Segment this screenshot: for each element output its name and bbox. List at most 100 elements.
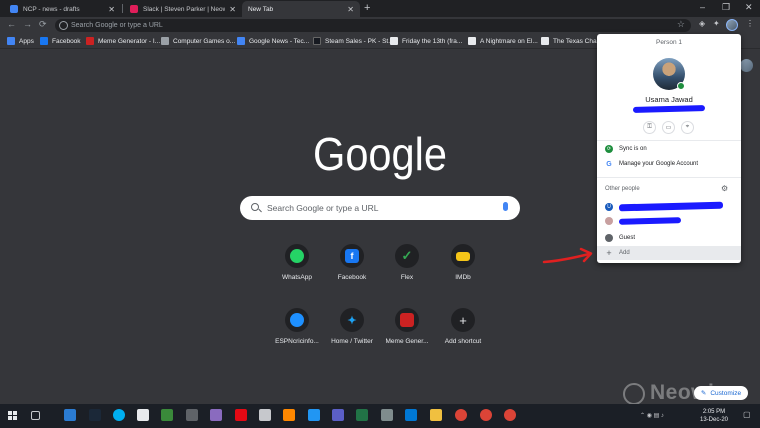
sync-label: Sync is on [619, 146, 647, 152]
bookmark-label: A Nightmare on El... [480, 37, 538, 45]
red-arrow-annotation [542, 247, 593, 264]
window-close-button[interactable]: ✕ [745, 2, 753, 13]
tray-icons[interactable]: ⌃ ◉ ▤ ♪ [640, 412, 664, 419]
bookmark-star-icon[interactable]: ☆ [677, 19, 685, 30]
search-placeholder: Search Google or type a URL [267, 203, 379, 213]
profile-avatar-button[interactable] [726, 19, 738, 31]
sync-badge-icon [677, 82, 685, 90]
menu-divider [597, 140, 741, 141]
chrome-icon[interactable] [480, 409, 492, 421]
search-icon [251, 203, 259, 211]
profile-menu-title: Person 1 [655, 39, 683, 46]
bookmark-apps[interactable]: Apps [7, 37, 34, 45]
address-bar[interactable]: Search Google or type a URL ☆ [55, 19, 691, 32]
plus-icon: + [459, 312, 467, 328]
vlc-icon[interactable] [283, 409, 295, 421]
neowin-logo-icon [623, 383, 645, 405]
back-button[interactable]: ← [7, 19, 16, 29]
app-icon[interactable] [381, 409, 393, 421]
close-icon[interactable]: ✕ [229, 5, 236, 14]
menu-dots-icon[interactable]: ⋮ [746, 19, 754, 28]
bookmark-texas-chain[interactable]: The Texas Chain [541, 37, 602, 45]
tab-ncp-news[interactable]: NCP - news - drafts ✕ [4, 1, 121, 17]
netflix-icon[interactable] [235, 409, 247, 421]
extension-icon[interactable]: ◈ [699, 19, 705, 28]
bookmark-facebook[interactable]: Facebook [40, 37, 81, 45]
addresses-pin-icon[interactable]: ⌖ [681, 121, 694, 134]
windows-start-icon[interactable] [8, 411, 17, 420]
guest-row[interactable]: Guest [597, 231, 741, 245]
guest-person-icon [605, 234, 613, 242]
microphone-icon[interactable] [503, 202, 508, 211]
meme-generator-icon [400, 313, 414, 327]
gear-icon[interactable]: ⚙ [721, 184, 728, 193]
steam-icon [313, 37, 321, 45]
sync-icon: ⟳ [605, 145, 613, 153]
notification-icon[interactable]: ▢ [743, 410, 751, 419]
bookmark-computer-games[interactable]: Computer Games o... [161, 37, 235, 45]
sync-status-row[interactable]: ⟳ Sync is on [597, 142, 741, 156]
calculator-icon[interactable] [186, 409, 198, 421]
photos-icon[interactable] [210, 409, 222, 421]
minecraft-icon[interactable] [161, 409, 173, 421]
shortcut-tile [395, 308, 419, 332]
close-icon[interactable]: ✕ [108, 5, 115, 14]
shortcut-label: Add shortcut [444, 338, 482, 345]
passwords-key-icon[interactable]: ⚿ [643, 121, 656, 134]
bookmark-meme-generator[interactable]: Meme Generator - I... [86, 37, 160, 45]
maximize-button[interactable]: ❐ [722, 2, 730, 13]
bookmark-google-news[interactable]: Google News - Tec... [237, 37, 309, 45]
skype-icon[interactable] [113, 409, 125, 421]
wikipedia-icon [541, 37, 549, 45]
file-explorer-icon[interactable] [430, 409, 442, 421]
bookmark-friday-13th[interactable]: Friday the 13th (fra... [390, 37, 462, 45]
tab-label: Slack | Steven Parker | Neowin [143, 5, 226, 13]
manage-account-row[interactable]: G Manage your Google Account [597, 157, 741, 171]
puzzle-icon[interactable]: ✦ [713, 19, 720, 28]
bookmark-label: Apps [19, 37, 34, 45]
app-icon[interactable] [308, 409, 320, 421]
profile-name: Usama Jawad [645, 95, 693, 104]
close-icon[interactable]: ✕ [347, 5, 354, 14]
facebook-icon: f [345, 249, 359, 263]
add-profile-row[interactable]: + Add [597, 246, 741, 260]
redacted-email [632, 105, 706, 113]
apps-grid-icon [7, 37, 15, 45]
teams-icon[interactable] [332, 409, 344, 421]
tab-slack[interactable]: Slack | Steven Parker | Neowin ✕ [124, 1, 242, 17]
reload-button[interactable]: ⟳ [39, 19, 47, 30]
minimize-button[interactable]: – [700, 2, 705, 12]
bookmark-steam-sales[interactable]: Steam Sales - PK - St... [313, 37, 394, 45]
task-view-icon[interactable] [31, 411, 40, 420]
facebook-icon [40, 37, 48, 45]
toolbar: ← → ⟳ Search Google or type a URL ☆ ◈ ✦ … [0, 17, 760, 34]
google-logo-text: Google [313, 130, 447, 180]
search-box[interactable]: Search Google or type a URL [240, 196, 520, 220]
word-icon[interactable] [64, 409, 76, 421]
steam-icon[interactable] [89, 409, 101, 421]
shortcut-imdb[interactable]: IMDb [428, 244, 498, 281]
shortcut-add[interactable]: + Add shortcut [428, 308, 498, 345]
google-news-icon [237, 37, 245, 45]
chrome-icon[interactable] [455, 409, 467, 421]
profile-initial-icon: U [605, 203, 613, 211]
shortcut-tile: ✦ [340, 308, 364, 332]
app-icon[interactable] [259, 409, 271, 421]
mail-icon[interactable] [405, 409, 417, 421]
new-tab-button[interactable]: + [364, 2, 370, 14]
shortcut-tile [285, 244, 309, 268]
tab-new-tab[interactable]: New Tab ✕ [242, 1, 360, 17]
chrome-icon[interactable] [504, 409, 516, 421]
bookmark-label: Facebook [52, 37, 81, 45]
customize-button[interactable]: ✎ Customize [694, 386, 748, 400]
payment-card-icon[interactable]: ▭ [662, 121, 675, 134]
ntp-account-avatar[interactable] [740, 59, 753, 72]
slack-icon [130, 5, 138, 13]
wikipedia-icon [390, 37, 398, 45]
bookmark-nightmare-elm[interactable]: A Nightmare on El... [468, 37, 538, 45]
forward-button[interactable]: → [23, 19, 32, 29]
clock[interactable]: 2:05 PM 13-Dec-20 [700, 408, 728, 424]
excel-icon[interactable] [356, 409, 368, 421]
flex-icon: ✓ [401, 248, 413, 263]
store-icon[interactable] [137, 409, 149, 421]
